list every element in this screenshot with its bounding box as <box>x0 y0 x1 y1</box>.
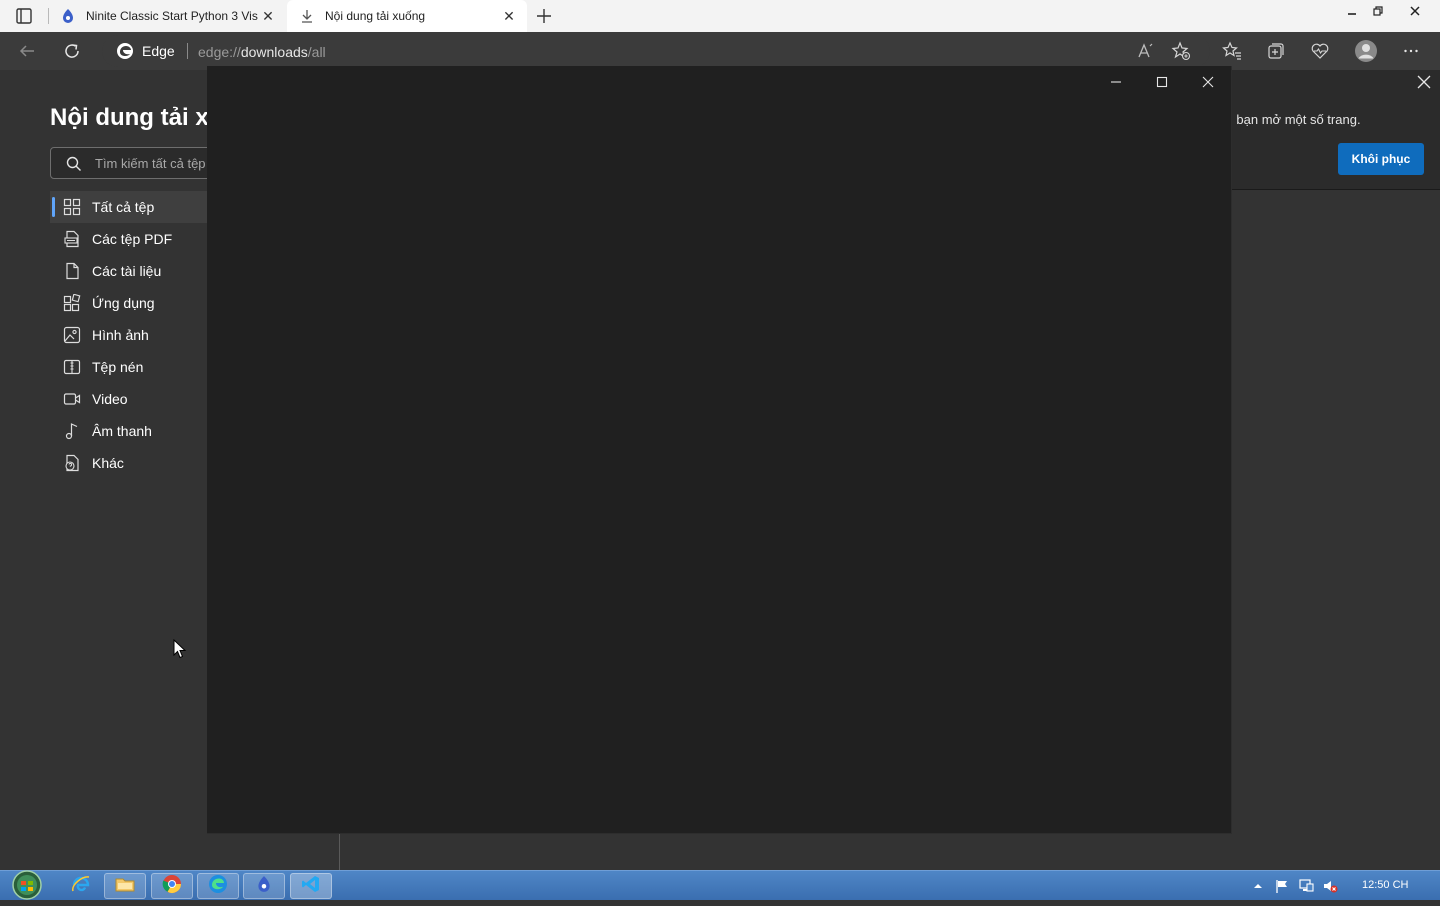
category-label: Các tệp PDF <box>92 231 173 247</box>
vscode-icon <box>301 874 321 899</box>
taskbar-internet-explorer[interactable] <box>60 873 102 899</box>
divider <box>339 834 340 870</box>
close-notification-icon[interactable] <box>1414 72 1434 92</box>
overlay-close-icon[interactable] <box>1193 72 1223 92</box>
tab-title: Ninite Classic Start Python 3 Visu <box>86 9 258 23</box>
category-label: Hình ảnh <box>92 327 149 343</box>
close-tab-icon[interactable]: ✕ <box>499 6 519 26</box>
url-path: /all <box>307 44 326 60</box>
restore-button[interactable]: Khôi phục <box>1338 143 1424 175</box>
grid-icon <box>63 198 81 216</box>
tab-title: Nội dung tải xuống <box>325 9 426 23</box>
taskbar-ninite[interactable] <box>243 873 285 899</box>
tab-ninite[interactable]: Ninite Classic Start Python 3 Visu ✕ <box>48 0 286 32</box>
url-text[interactable]: edge://downloads/all <box>198 44 326 60</box>
new-tab-button[interactable] <box>532 4 556 28</box>
video-icon <box>63 390 81 408</box>
close-tab-icon[interactable]: ✕ <box>258 6 278 26</box>
favorites-icon[interactable] <box>1219 38 1245 64</box>
image-icon <box>63 326 81 344</box>
category-label: Âm thanh <box>92 423 152 439</box>
taskbar: 12:50 CH <box>0 870 1440 900</box>
download-icon <box>299 8 315 24</box>
music-icon <box>63 422 81 440</box>
add-favorite-icon[interactable] <box>1168 38 1194 64</box>
close-window-icon[interactable] <box>1400 0 1430 22</box>
action-center-flag-icon[interactable] <box>1274 878 1290 894</box>
mouse-cursor-icon <box>173 638 187 659</box>
blank-overlay-window[interactable] <box>207 66 1232 834</box>
taskbar-clock[interactable]: 12:50 CH <box>1362 879 1408 891</box>
collections-icon[interactable] <box>1263 38 1289 64</box>
tab-actions-icon[interactable] <box>12 6 36 26</box>
tab-separator <box>48 8 49 24</box>
document-icon <box>63 262 81 280</box>
address-separator <box>186 43 188 59</box>
other-file-icon <box>63 454 81 472</box>
browser-toolbar: Edge edge://downloads/all <box>0 32 1440 70</box>
show-hidden-icons-icon[interactable] <box>1250 878 1266 894</box>
taskbar-edge[interactable] <box>197 873 239 899</box>
file-explorer-icon <box>114 873 136 900</box>
category-label: Ứng dụng <box>92 295 155 311</box>
category-label: Khác <box>92 455 124 471</box>
refresh-button[interactable] <box>59 38 85 64</box>
pdf-icon <box>63 230 81 248</box>
internet-explorer-icon <box>70 873 92 900</box>
more-options-icon[interactable] <box>1398 38 1424 64</box>
overlay-maximize-icon[interactable] <box>1147 72 1177 92</box>
edge-site-chip[interactable]: Edge <box>116 41 188 61</box>
taskbar-vscode[interactable] <box>290 873 332 899</box>
browser-essentials-icon[interactable] <box>1307 38 1333 64</box>
restore-window-icon[interactable] <box>1365 0 1391 22</box>
volume-muted-icon[interactable] <box>1322 878 1338 894</box>
url-host: downloads <box>240 44 308 60</box>
archive-icon <box>63 358 81 376</box>
ninite-icon <box>255 875 273 898</box>
taskbar-file-explorer[interactable] <box>104 873 146 899</box>
tab-downloads[interactable]: Nội dung tải xuống ✕ <box>287 0 527 32</box>
taskbar-chrome[interactable] <box>151 873 193 899</box>
category-label: Tất cả tệp <box>92 199 155 215</box>
edge-logo-icon <box>116 42 134 60</box>
url-scheme: edge:// <box>198 44 241 60</box>
edge-icon <box>208 874 228 899</box>
search-placeholder: Tìm kiếm tất cả tệp <box>95 156 206 171</box>
edge-label: Edge <box>142 43 175 59</box>
search-icon <box>65 155 83 173</box>
profile-avatar[interactable] <box>1352 37 1380 65</box>
chrome-icon <box>162 874 182 899</box>
category-label: Video <box>92 391 128 407</box>
address-bar[interactable]: Edge edge://downloads/all <box>102 35 1210 67</box>
network-icon[interactable] <box>1298 878 1314 894</box>
category-label: Tệp nén <box>92 359 144 375</box>
back-button[interactable] <box>14 38 40 64</box>
minimize-window-icon[interactable] <box>1339 0 1365 22</box>
apps-icon <box>63 293 81 312</box>
read-aloud-icon[interactable] <box>1132 38 1158 64</box>
page-title: Nội dung tải xu <box>50 104 224 131</box>
category-label: Các tài liệu <box>92 263 162 279</box>
overlay-minimize-icon[interactable] <box>1101 72 1131 92</box>
start-button[interactable] <box>8 869 46 901</box>
ninite-icon <box>60 8 76 24</box>
tab-strip: Ninite Classic Start Python 3 Visu ✕ Nội… <box>0 0 1440 32</box>
